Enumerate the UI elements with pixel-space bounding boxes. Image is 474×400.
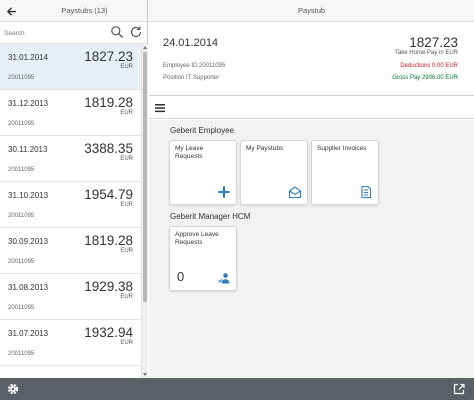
- tile-my-leave-requests[interactable]: My Leave Requests: [169, 140, 237, 205]
- list-item[interactable]: 31.07.2013 1932.94 EUR 20011095: [0, 320, 141, 366]
- list-item-currency: EUR: [120, 294, 133, 300]
- master-title: Paystubs (13): [61, 6, 108, 15]
- list-item[interactable]: 30.11.2013 3388.35 EUR 20011095: [0, 136, 141, 182]
- tile-approve-leave-requests[interactable]: Approve Leave Requests 0: [169, 226, 237, 291]
- list-item-date: 30.09.2013: [8, 237, 49, 246]
- list-item-employee: 20011095: [8, 167, 35, 173]
- master-header: Paystubs (13): [0, 0, 147, 22]
- list-item[interactable]: 31.10.2013 1954.79 EUR 20011095: [0, 182, 141, 228]
- scroll-down-arrow-icon[interactable]: [142, 371, 148, 378]
- list-item-currency: EUR: [120, 110, 133, 116]
- list-item-amount: 1819.28: [84, 233, 133, 248]
- arrow-left-icon: [6, 6, 16, 16]
- list-item[interactable]: 30.09.2013 1819.28 EUR 20011095: [0, 228, 141, 274]
- take-home-label: Take Home Pay in EUR: [394, 50, 458, 56]
- list-item-date: 31.10.2013: [8, 191, 49, 200]
- object-header: 24.01.2014 1827.23 Take Home Pay in EUR …: [149, 22, 474, 96]
- list-item-amount: 1954.79: [84, 187, 133, 202]
- list-item-amount: 1932.94: [84, 325, 133, 340]
- paystub-list: 31.01.2014 1827.23 EUR 20011095 31.12.20…: [0, 44, 141, 378]
- position: Position IT Supporter: [163, 75, 220, 81]
- list-item-amount: 1819.28: [84, 95, 133, 110]
- list-item-amount: 3388.35: [84, 141, 133, 156]
- list-item[interactable]: 31.08.2013 1929.38 EUR 20011095: [0, 274, 141, 320]
- tile-supplier-invoices[interactable]: Supplier Invoices: [311, 140, 379, 205]
- list-item-date: 31.07.2013: [8, 329, 49, 338]
- add-icon: [218, 186, 230, 198]
- invoice-document-icon: [361, 185, 372, 199]
- list-item-currency: EUR: [120, 248, 133, 254]
- search-input[interactable]: [4, 27, 104, 40]
- master-list-pane: Paystubs (13) 31.01.2014 1827.23 EUR 200…: [0, 0, 148, 378]
- list-item-date: 31.08.2013: [8, 283, 49, 292]
- group-title: Geberit Manager HCM: [170, 212, 251, 221]
- list-item-currency: EUR: [120, 202, 133, 208]
- list-item-employee: 20011095: [8, 259, 35, 265]
- list-item-currency: EUR: [120, 64, 133, 70]
- list-item[interactable]: 31.01.2014 1827.23 EUR 20011095: [0, 44, 141, 90]
- search-bar: [0, 22, 147, 44]
- tile-title: My Paystubs: [246, 145, 284, 152]
- list-item-employee: 20011095: [8, 121, 35, 127]
- list-item-employee: 20011095: [8, 75, 35, 81]
- group-title: Geberit Employee: [170, 126, 235, 135]
- scrollbar-thumb[interactable]: [143, 52, 147, 302]
- list-item-employee: 20011095: [8, 351, 35, 357]
- take-home-amount: 1827.23: [409, 35, 458, 50]
- list-item-currency: EUR: [120, 340, 133, 346]
- list-item[interactable]: [0, 366, 141, 378]
- gear-icon[interactable]: [6, 382, 20, 396]
- list-item-employee: 20011095: [8, 305, 35, 311]
- tile-title: My Leave Requests: [175, 145, 204, 160]
- tile-my-paystubs[interactable]: My Paystubs: [240, 140, 308, 205]
- list-item[interactable]: 31.12.2013 1819.28 EUR 20011095: [0, 90, 141, 136]
- share-icon[interactable]: [452, 382, 466, 396]
- list-item-currency: EUR: [120, 156, 133, 162]
- scroll-up-arrow-icon[interactable]: [142, 44, 148, 51]
- paystub-date: 24.01.2014: [163, 37, 219, 49]
- launchpad-toolbar: [149, 97, 474, 119]
- detail-pane: Paystub 24.01.2014 1827.23 Take Home Pay…: [149, 0, 474, 378]
- back-button[interactable]: [0, 0, 22, 22]
- search-icon[interactable]: [110, 25, 124, 39]
- deductions-status: Deductions 0.00 EUR: [400, 63, 458, 69]
- tile-count: 0: [177, 269, 185, 284]
- launchpad-area: Geberit Employee My Leave Requests My Pa…: [149, 120, 474, 378]
- list-scrollbar[interactable]: [141, 44, 148, 378]
- employee-id: Employee ID 20011095: [163, 63, 226, 69]
- detail-title: Paystub: [149, 0, 474, 22]
- person-approve-icon: [218, 273, 230, 284]
- footer-bar: [0, 378, 474, 400]
- refresh-icon[interactable]: [129, 25, 143, 39]
- list-item-date: 31.12.2013: [8, 99, 49, 108]
- list-item-amount: 1827.23: [84, 49, 133, 64]
- gross-pay-status: Gross Pay 2906.00 EUR: [392, 75, 458, 81]
- tile-title: Approve Leave Requests: [175, 231, 219, 246]
- tile-title: Supplier Invoices: [317, 145, 367, 152]
- envelope-open-icon: [288, 186, 302, 199]
- list-item-date: 30.11.2013: [8, 145, 48, 154]
- list-item-date: 31.01.2014: [8, 53, 49, 62]
- hamburger-menu-icon[interactable]: [154, 102, 166, 114]
- list-item-amount: 1929.38: [84, 279, 133, 294]
- list-item-employee: 20011095: [8, 213, 35, 219]
